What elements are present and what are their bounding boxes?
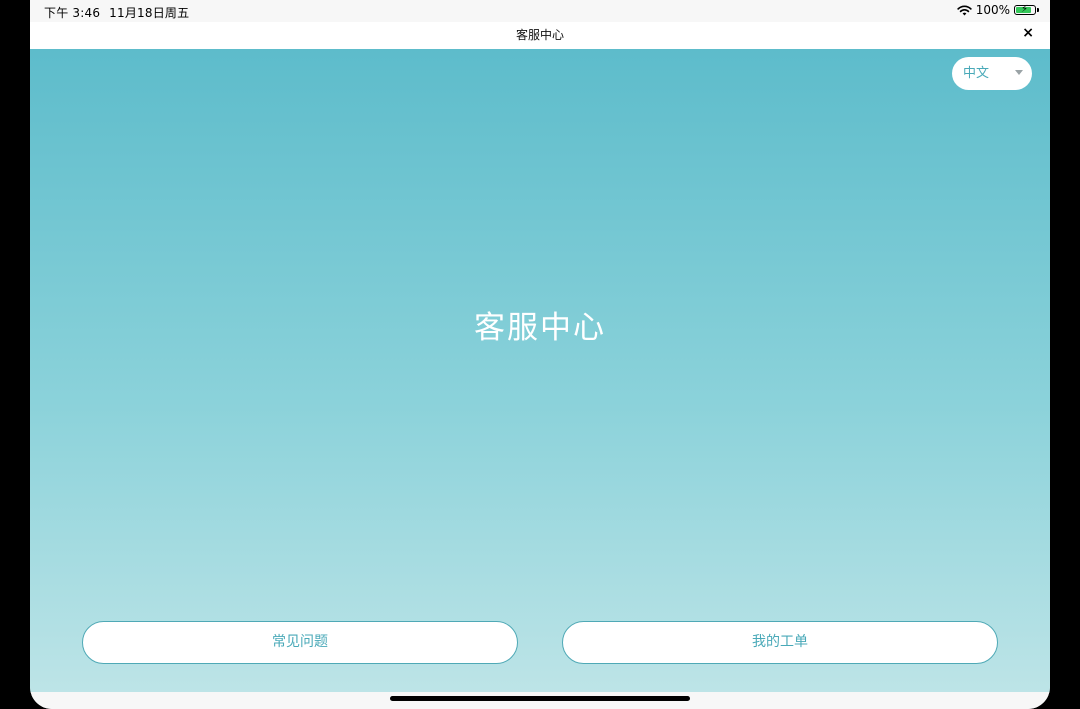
my-tickets-button[interactable]: 我的工单 — [562, 621, 998, 664]
status-indicators: 100% ⚡ — [957, 3, 1039, 17]
battery-charging-icon: ⚡ — [1014, 4, 1039, 15]
language-select-value: 中文 — [963, 66, 990, 81]
device-frame: 下午 3:46 11月18日周五 100% ⚡ 客服中心 × 中文 客服中心 常见… — [30, 0, 1050, 709]
home-indicator[interactable] — [390, 696, 690, 701]
language-select[interactable]: 中文 — [952, 57, 1032, 90]
home-indicator-area — [30, 692, 1050, 709]
status-bar: 下午 3:46 11月18日周五 100% ⚡ — [30, 0, 1050, 22]
battery-percent: 100% — [975, 3, 1010, 17]
status-time: 下午 3:46 — [44, 6, 101, 20]
close-icon[interactable]: × — [1022, 25, 1034, 41]
hero-title: 客服中心 — [474, 310, 606, 346]
status-date: 11月18日周五 — [109, 6, 190, 20]
faq-button[interactable]: 常见问题 — [82, 621, 518, 664]
nav-title: 客服中心 — [515, 28, 564, 42]
main-content: 中文 客服中心 常见问题 我的工单 — [30, 49, 1050, 692]
navigation-bar: 客服中心 × — [30, 22, 1050, 49]
status-time-date: 下午 3:46 11月18日周五 — [44, 4, 189, 21]
caret-down-icon — [1015, 70, 1023, 75]
wifi-icon — [957, 4, 972, 15]
